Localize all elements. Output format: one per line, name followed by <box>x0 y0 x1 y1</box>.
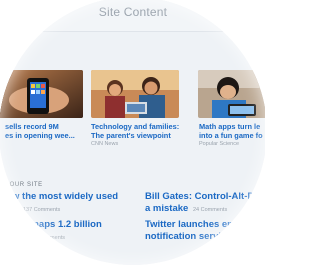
story-right-1-title: Bill Gates: Control-Alt-Dele <box>145 191 265 202</box>
story-left-4-comments[interactable]: 403 Comments <box>28 235 65 241</box>
section-label-your-site: YOUR SITE <box>5 182 43 188</box>
app-header: Site Content <box>0 0 265 32</box>
card-title-3-text: Math apps turn le into a fun game fo <box>199 122 263 140</box>
story-right-2[interactable]: a mistake 24 Comments <box>145 203 227 216</box>
card-image-smartphone[interactable] <box>0 70 83 118</box>
story-right-2-comments[interactable]: 24 Comments <box>193 207 227 213</box>
card-title-2-text: Technology and families: The parent's vi… <box>91 122 180 140</box>
story-left-2-title: S <box>12 203 19 214</box>
story-right-4-title: notification service <box>145 231 232 242</box>
app-title: Site Content <box>98 5 168 19</box>
story-right-1[interactable]: Bill Gates: Control-Alt-Dele <box>145 191 265 202</box>
story-right-2-title: a mistake <box>145 203 189 214</box>
screenshot-stage: Site Content TS sells record 9M es in op… <box>0 0 265 270</box>
card-title-1-text: sells record 9M es in opening wee... <box>5 122 75 140</box>
story-left-3-title: ally maps 1.2 billion <box>12 219 102 230</box>
magnified-view: Site Content TS sells record 9M es in op… <box>0 0 265 265</box>
card-source-2: CNN News <box>91 141 119 147</box>
section-label-top: TS <box>5 57 14 63</box>
card-image-family[interactable] <box>91 70 179 118</box>
card-title-2[interactable]: Technology and families: The parent's vi… <box>91 122 183 140</box>
card-source-3: Popular Science <box>199 141 240 147</box>
story-left-4[interactable]: ns 403 Comments <box>12 231 65 244</box>
story-left-4-title: ns <box>12 231 24 242</box>
story-left-2-comments[interactable]: 137 Comments <box>23 207 60 213</box>
story-left-1[interactable]: w the most widely used <box>12 191 118 202</box>
card-title-3[interactable]: Math apps turn le into a fun game fo <box>199 122 265 140</box>
card-image-child-tablet[interactable] <box>198 70 265 118</box>
story-right-3[interactable]: Twitter launches emerg <box>145 219 250 230</box>
story-right-3-title: Twitter launches emerg <box>145 219 251 230</box>
story-left-2[interactable]: S 137 Comments <box>12 203 60 216</box>
story-left-3[interactable]: ally maps 1.2 billion <box>12 219 102 230</box>
card-title-1[interactable]: sells record 9M es in opening wee... <box>5 122 85 140</box>
story-left-1-title: w the most widely used <box>12 191 119 202</box>
story-right-4[interactable]: notification service <box>145 231 232 242</box>
